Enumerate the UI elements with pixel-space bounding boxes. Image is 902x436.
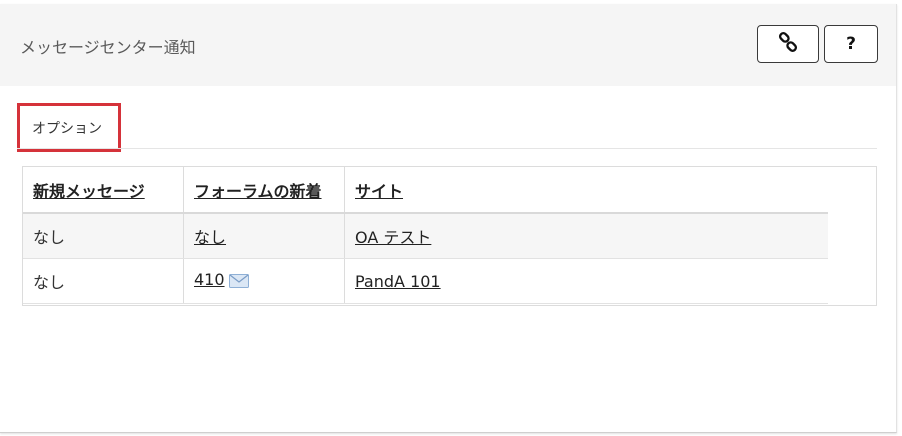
column-header-forum-updates[interactable]: フォーラムの新着 [183, 167, 345, 214]
cell-new-messages: なし [23, 213, 184, 259]
options-link[interactable]: オプション [17, 103, 121, 152]
link-button[interactable] [757, 25, 819, 63]
message-center-portlet: メッセージセンター通知 ? オプション 新規メッセージ フォーラムの新着 サイト… [0, 4, 897, 433]
cell-forum-updates: なし [183, 213, 345, 259]
cell-site: PandA 101 [344, 258, 828, 304]
help-icon: ? [846, 34, 856, 54]
table-row: なし なし OA テスト [23, 213, 828, 259]
portlet-header: メッセージセンター通知 ? [0, 4, 896, 86]
site-link[interactable]: OA テスト [355, 228, 431, 247]
notifications-table: 新規メッセージ フォーラムの新着 サイト なし なし OA テスト なし 410… [23, 167, 828, 304]
portlet-title: メッセージセンター通知 [20, 38, 196, 57]
column-header-new-messages[interactable]: 新規メッセージ [23, 167, 184, 214]
table-row: なし 410 PandA 101 [23, 258, 828, 304]
column-header-site[interactable]: サイト [344, 167, 828, 214]
link-icon [777, 31, 799, 57]
forum-updates-link[interactable]: なし [194, 228, 226, 247]
cell-site: OA テスト [344, 213, 828, 259]
notifications-table-container: 新規メッセージ フォーラムの新着 サイト なし なし OA テスト なし 410… [22, 166, 877, 306]
site-link[interactable]: PandA 101 [355, 272, 441, 291]
options-label: オプション [32, 120, 102, 137]
cell-forum-updates: 410 [183, 258, 345, 304]
table-header-row: 新規メッセージ フォーラムの新着 サイト [23, 167, 828, 214]
help-button[interactable]: ? [824, 25, 878, 63]
cell-new-messages: なし [23, 258, 184, 304]
forum-updates-link[interactable]: 410 [194, 270, 225, 289]
divider [17, 148, 877, 149]
envelope-icon[interactable] [228, 273, 249, 292]
